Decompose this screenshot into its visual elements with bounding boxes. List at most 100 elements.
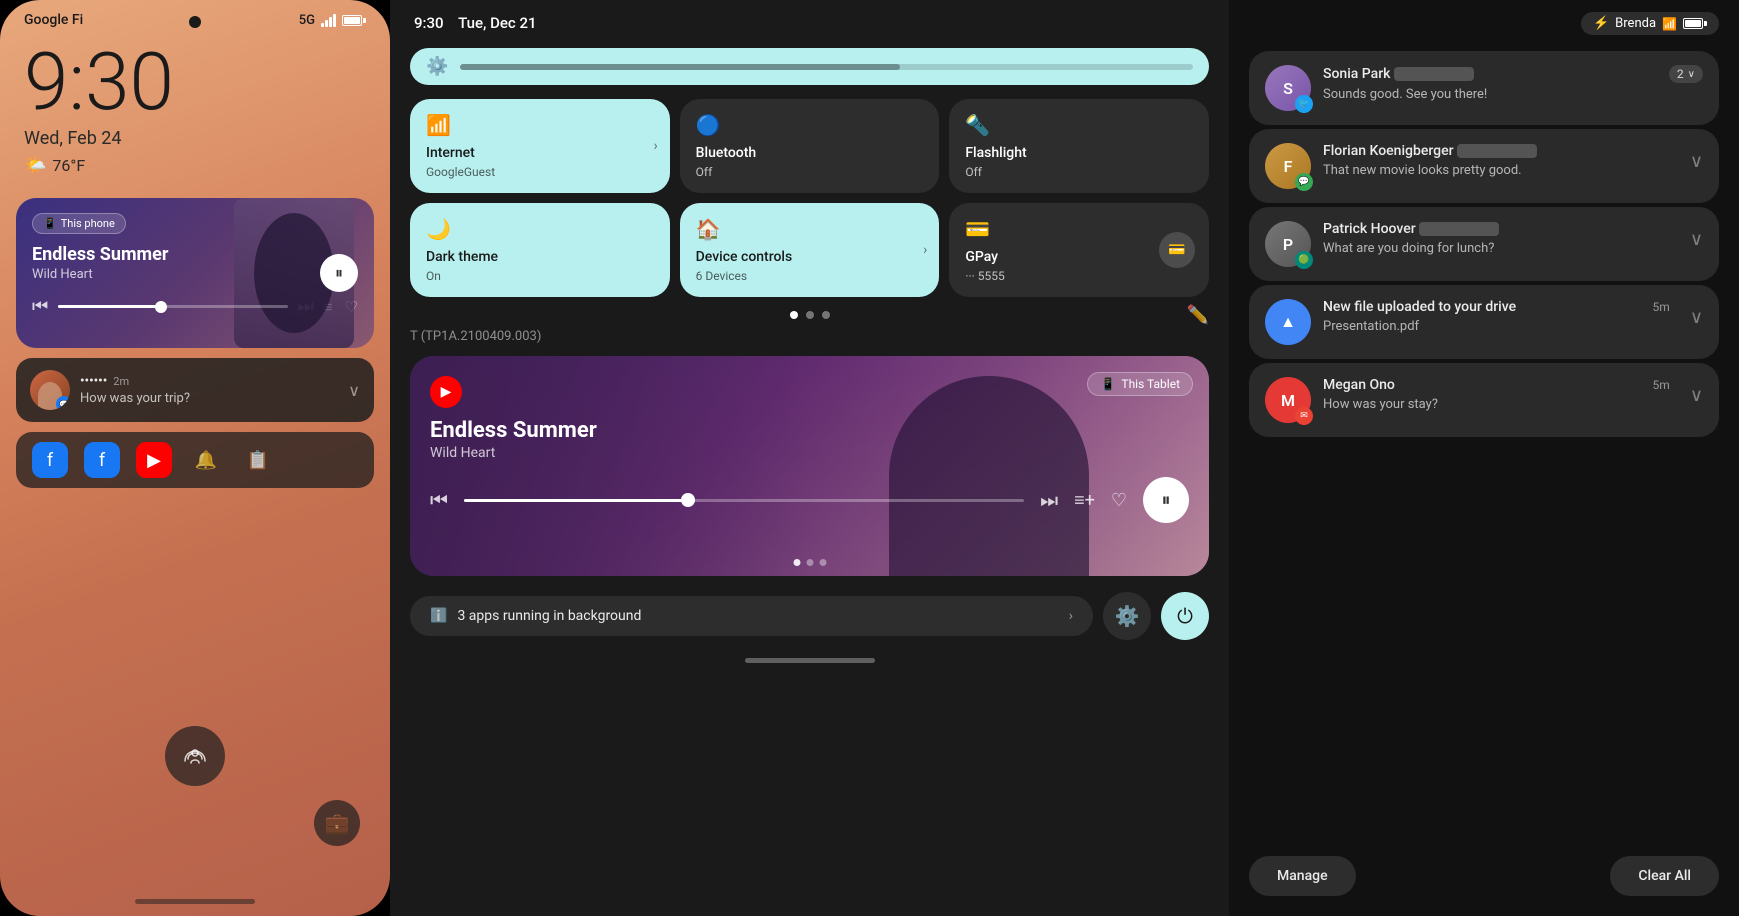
qs-dark-theme-sublabel: On: [426, 269, 654, 283]
app-icon-facebook[interactable]: f: [32, 442, 68, 478]
bg-apps-row[interactable]: ℹ️ 3 apps running in background ›: [410, 596, 1093, 636]
notif-battery-icon: [1683, 18, 1707, 29]
tablet-power-button[interactable]: ⏻: [1161, 592, 1209, 640]
phone-temperature: 76°F: [52, 156, 85, 175]
notif-megan-time: 5m: [1653, 378, 1670, 392]
dark-theme-icon: 🌙: [426, 217, 654, 241]
qs-internet-chevron: ›: [653, 138, 657, 154]
tablet-home-bar: [390, 646, 1229, 669]
tablet-music-controls: ⏮ ⏭ ≡+ ♡ ⏸: [430, 477, 1189, 523]
qs-tile-internet[interactable]: 📶 Internet GoogleGuest ›: [410, 99, 670, 193]
notif-avatar-florian: F 💬: [1265, 143, 1311, 189]
notif-item-megan[interactable]: M ✉ Megan Ono 5m How was your stay? ∨: [1249, 363, 1719, 437]
notification-list: S 🐦 Sonia Park 2 ∨ Sounds good. See you …: [1229, 41, 1739, 842]
music-prev-btn[interactable]: ⏮: [32, 296, 48, 317]
notif-avatar-sonia: S 🐦: [1265, 65, 1311, 111]
clear-all-button[interactable]: Clear All: [1610, 856, 1719, 896]
qs-tile-bluetooth[interactable]: 🔵 Bluetooth Off: [680, 99, 940, 193]
notif-item-sonia[interactable]: S 🐦 Sonia Park 2 ∨ Sounds good. See you …: [1249, 51, 1719, 125]
notif-drive-time: 5m: [1653, 300, 1670, 314]
notif-status-pill: ⚡ Brenda 📶: [1581, 12, 1719, 35]
qs-tile-device-controls[interactable]: 🏠 Device controls 6 Devices ›: [680, 203, 940, 297]
qs-tile-flashlight[interactable]: 🔦 Flashlight Off: [949, 99, 1209, 193]
qs-tile-dark-theme[interactable]: 🌙 Dark theme On: [410, 203, 670, 297]
msg-badge-icon: 💬: [1295, 173, 1313, 191]
qs-flashlight-label: Flashlight: [965, 145, 1193, 161]
notif-patrick-content: Patrick Hoover What are you doing for lu…: [1323, 221, 1670, 258]
notifications-panel: ⚡ Brenda 📶 S 🐦 Sonia Park 2: [1229, 0, 1739, 916]
tablet-music-heart-btn[interactable]: ♡: [1111, 490, 1127, 511]
music-dot-1: [793, 559, 800, 566]
app-icon-facebook2[interactable]: f: [84, 442, 120, 478]
phone-time: 9:30: [0, 32, 390, 122]
qs-internet-sublabel: GoogleGuest: [426, 165, 654, 179]
music-play-button[interactable]: ⏸: [320, 254, 358, 292]
app-icon-notifications[interactable]: 🔔: [188, 442, 224, 478]
qs-tile-gpay[interactable]: 💳 GPay ··· 5555 💳: [949, 203, 1209, 297]
notif-avatar-drive: ▲: [1265, 299, 1311, 345]
music-progress-dot: [155, 301, 167, 313]
notif-sonia-message: Sounds good. See you there!: [1323, 86, 1703, 104]
notif-megan-expand[interactable]: ∨: [1690, 385, 1703, 406]
notif-florian-expand[interactable]: ∨: [1690, 151, 1703, 172]
phone-lock-screen: Google Fi 5G 9:30 Wed, Feb 24 🌤️ 76°F �: [0, 0, 390, 916]
tablet-music-progress[interactable]: [464, 499, 1024, 502]
tablet-music-next-btn[interactable]: ⏭: [1040, 488, 1058, 512]
tablet-music-card[interactable]: 📱 This Tablet ▶ Endless Summer Wild Hear…: [410, 356, 1209, 576]
brightness-slider-row[interactable]: ⚙️: [410, 48, 1209, 85]
app-icon-copy[interactable]: 📋: [240, 442, 276, 478]
phone-app-icons-row: f f ▶ 🔔 📋: [16, 432, 374, 488]
notif-patrick-expand[interactable]: ∨: [1690, 229, 1703, 250]
notif-patrick-name: Patrick Hoover: [1323, 221, 1499, 237]
qs-internet-label: Internet: [426, 145, 654, 161]
wifi-icon: 📶: [1662, 17, 1677, 31]
notif-item-patrick[interactable]: P 🟢 Patrick Hoover What are you doing fo…: [1249, 207, 1719, 281]
qs-dark-theme-label: Dark theme: [426, 249, 654, 265]
gpay-tail-btn[interactable]: 💳: [1159, 232, 1195, 268]
notif-florian-message: That new movie looks pretty good.: [1323, 162, 1670, 180]
brightness-fill: [460, 64, 900, 70]
phone-status-bar: Google Fi 5G: [0, 0, 390, 32]
tablet-music-subtitle: Wild Heart: [430, 445, 1189, 461]
internet-icon: 📶: [426, 113, 654, 137]
app-icon-youtube[interactable]: ▶: [136, 442, 172, 478]
meet-badge-icon: 🟢: [1295, 251, 1313, 269]
brightness-icon: ⚙️: [426, 56, 448, 77]
phone-network: 5G: [299, 13, 315, 28]
tablet-music-title: Endless Summer: [430, 418, 1189, 443]
notif-item-drive[interactable]: ▲ New file uploaded to your drive 5m Pre…: [1249, 285, 1719, 359]
qs-grid-row2: 🌙 Dark theme On 🏠 Device controls 6 Devi…: [410, 203, 1209, 297]
notif-sonia-content: Sonia Park 2 ∨ Sounds good. See you ther…: [1323, 65, 1703, 104]
tablet-bottom-bar: ℹ️ 3 apps running in background › ⚙️ ⏻: [410, 586, 1209, 646]
tablet-settings-button[interactable]: ⚙️: [1103, 592, 1151, 640]
fingerprint-button[interactable]: [165, 726, 225, 786]
tablet-music-play-button[interactable]: ⏸: [1143, 477, 1189, 523]
phone-notification-card[interactable]: 💬 •••••• 2m How was your trip? ∨: [16, 358, 374, 422]
notif-content: •••••• 2m How was your trip?: [80, 374, 338, 406]
notif-drive-content: New file uploaded to your drive 5m Prese…: [1323, 299, 1670, 336]
notif-sonia-name: Sonia Park: [1323, 66, 1474, 82]
bg-apps-label: 3 apps running in background: [457, 608, 1058, 624]
tablet-time: 9:30: [414, 14, 444, 32]
music-source-badge: 📱 This phone: [32, 213, 126, 234]
tablet-music-prev-btn[interactable]: ⏮: [430, 488, 448, 512]
quick-settings-area: ⚙️ 📶 Internet GoogleGuest › 🔵 Bluetooth …: [390, 38, 1229, 305]
gpay-icon: 💳: [965, 217, 1193, 241]
notif-drive-expand[interactable]: ∨: [1690, 307, 1703, 328]
music-page-dots: [793, 559, 826, 566]
tablet-status-bar: 9:30 Tue, Dec 21: [390, 0, 1229, 38]
battery-icon: [342, 15, 366, 26]
weather-icon: 🌤️: [24, 155, 46, 176]
wallet-button[interactable]: 💼: [314, 800, 360, 846]
notif-user-name: Brenda: [1615, 16, 1656, 31]
manage-button[interactable]: Manage: [1249, 856, 1356, 896]
music-progress-bar[interactable]: [58, 305, 287, 308]
qs-dot-3: [822, 311, 830, 319]
qs-edit-button[interactable]: ✏️: [1187, 305, 1209, 326]
notif-expand-button[interactable]: ∨: [348, 381, 360, 400]
brightness-track[interactable]: [460, 64, 1193, 70]
phone-music-card[interactable]: 📱 This phone Endless Summer Wild Heart ⏮…: [16, 198, 374, 348]
notif-item-florian[interactable]: F 💬 Florian Koenigberger That new movie …: [1249, 129, 1719, 203]
tablet-music-queue-btn[interactable]: ≡+: [1074, 490, 1095, 511]
phone-status-right: 5G: [299, 13, 366, 28]
